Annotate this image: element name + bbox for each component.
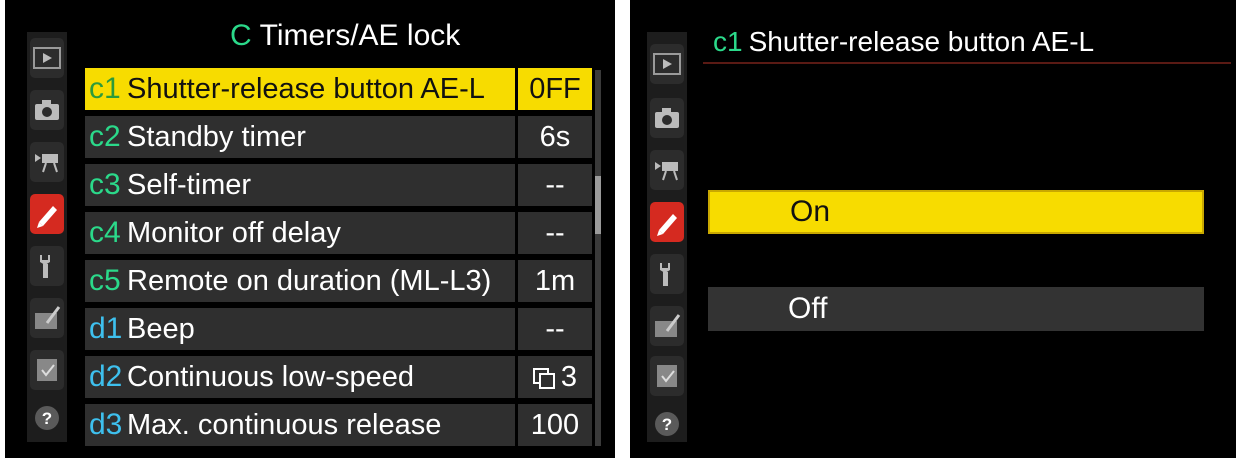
my-menu-tab[interactable] [650, 356, 684, 396]
playback-icon [653, 53, 681, 75]
my-menu-icon [37, 359, 57, 381]
retouch-tab[interactable] [650, 306, 684, 346]
item-value: 1m [518, 260, 592, 302]
movie-tab[interactable] [30, 142, 64, 182]
menu-item-c1[interactable]: c1 Shutter-release button AE-L 0FF [85, 68, 592, 110]
item-value: -- [518, 308, 592, 350]
scrollbar-track[interactable] [595, 70, 601, 446]
menu-item-c5[interactable]: c5 Remote on duration (ML-L3) 1m [85, 260, 592, 302]
wrench-icon [660, 263, 670, 286]
shooting-tab[interactable] [650, 98, 684, 138]
title-divider [703, 62, 1231, 64]
menu-item-c3[interactable]: c3 Self-timer -- [85, 164, 592, 206]
option-select-screen: ? c1 Shutter-release button AE-L On Off [630, 0, 1236, 458]
setup-tab[interactable] [650, 254, 684, 294]
burst-mode-icon [532, 368, 555, 389]
help-button[interactable]: ? [30, 398, 64, 438]
option-on[interactable]: On [708, 190, 1204, 234]
shooting-tab[interactable] [30, 90, 64, 130]
menu-title-text: Timers/AE lock [259, 19, 461, 52]
item-code: c4 [89, 216, 121, 249]
item-code: c1 [89, 72, 121, 105]
item-value: -- [518, 164, 592, 206]
item-label: Monitor off delay [127, 216, 341, 249]
menu-tabs-sidebar: ? [27, 32, 67, 442]
menu-item-c2[interactable]: c2 Standby timer 6s [85, 116, 592, 158]
option-label: Off [788, 292, 828, 325]
item-value: 0FF [518, 68, 592, 110]
submenu-title-text: Shutter-release button AE-L [748, 26, 1095, 57]
movie-icon [35, 154, 58, 173]
item-value: 6s [518, 116, 592, 158]
menu-item-d2[interactable]: d2 Continuous low-speed 3 [85, 356, 592, 398]
help-button[interactable]: ? [650, 404, 684, 444]
option-label: On [790, 195, 831, 228]
item-label: Shutter-release button AE-L [127, 72, 485, 105]
submenu-title: c1 Shutter-release button AE-L [713, 24, 1094, 60]
menu-item-d1[interactable]: d1 Beep -- [85, 308, 592, 350]
my-menu-tab[interactable] [30, 350, 64, 390]
playback-tab[interactable] [650, 44, 684, 84]
item-label: Max. continuous release [127, 408, 442, 441]
item-label: Standby timer [127, 120, 306, 153]
custom-settings-menu-screen: ? C Timers/AE lock c1 Shutter-release butt… [5, 0, 615, 458]
item-code: c3 [89, 168, 121, 201]
item-value: 100 [518, 404, 592, 446]
movie-icon [655, 162, 678, 181]
menu-title-code: C [230, 19, 252, 52]
retouch-icon [35, 306, 61, 329]
retouch-tab[interactable] [30, 298, 64, 338]
item-label: Remote on duration (ML-L3) [127, 264, 492, 297]
setup-tab[interactable] [30, 246, 64, 286]
scrollbar-thumb[interactable] [595, 176, 601, 234]
camera-icon [655, 108, 679, 128]
menu-item-d3[interactable]: d3 Max. continuous release 100 [85, 404, 592, 446]
playback-tab[interactable] [30, 38, 64, 78]
submenu-title-code: c1 [713, 26, 743, 57]
item-code: c2 [89, 120, 121, 153]
item-value: 3 [560, 360, 578, 393]
pencil-icon [657, 214, 677, 236]
camera-icon [35, 100, 59, 120]
item-code: c5 [89, 264, 121, 297]
custom-settings-tab[interactable] [30, 194, 64, 234]
item-value-with-icon: 3 [518, 356, 592, 398]
custom-settings-tab[interactable] [650, 202, 684, 242]
movie-tab[interactable] [650, 150, 684, 190]
wrench-icon [40, 255, 50, 278]
playback-icon [33, 47, 61, 69]
option-off[interactable]: Off [708, 287, 1204, 331]
pencil-icon [37, 206, 57, 228]
menu-tabs-sidebar: ? [647, 32, 687, 442]
svg-text:?: ? [42, 409, 52, 428]
help-icon: ? [655, 412, 679, 436]
menu-item-c4[interactable]: c4 Monitor off delay -- [85, 212, 592, 254]
item-label: Beep [127, 312, 195, 345]
item-label: Continuous low-speed [127, 360, 414, 393]
menu-title: C Timers/AE lock [230, 18, 460, 54]
help-icon: ? [35, 406, 59, 430]
item-code: d3 [89, 408, 123, 441]
my-menu-icon [657, 365, 677, 387]
item-code: d2 [89, 360, 123, 393]
item-code: d1 [89, 312, 123, 345]
retouch-icon [655, 314, 681, 337]
item-value: -- [518, 212, 592, 254]
item-label: Self-timer [127, 168, 252, 201]
svg-text:?: ? [662, 415, 672, 434]
